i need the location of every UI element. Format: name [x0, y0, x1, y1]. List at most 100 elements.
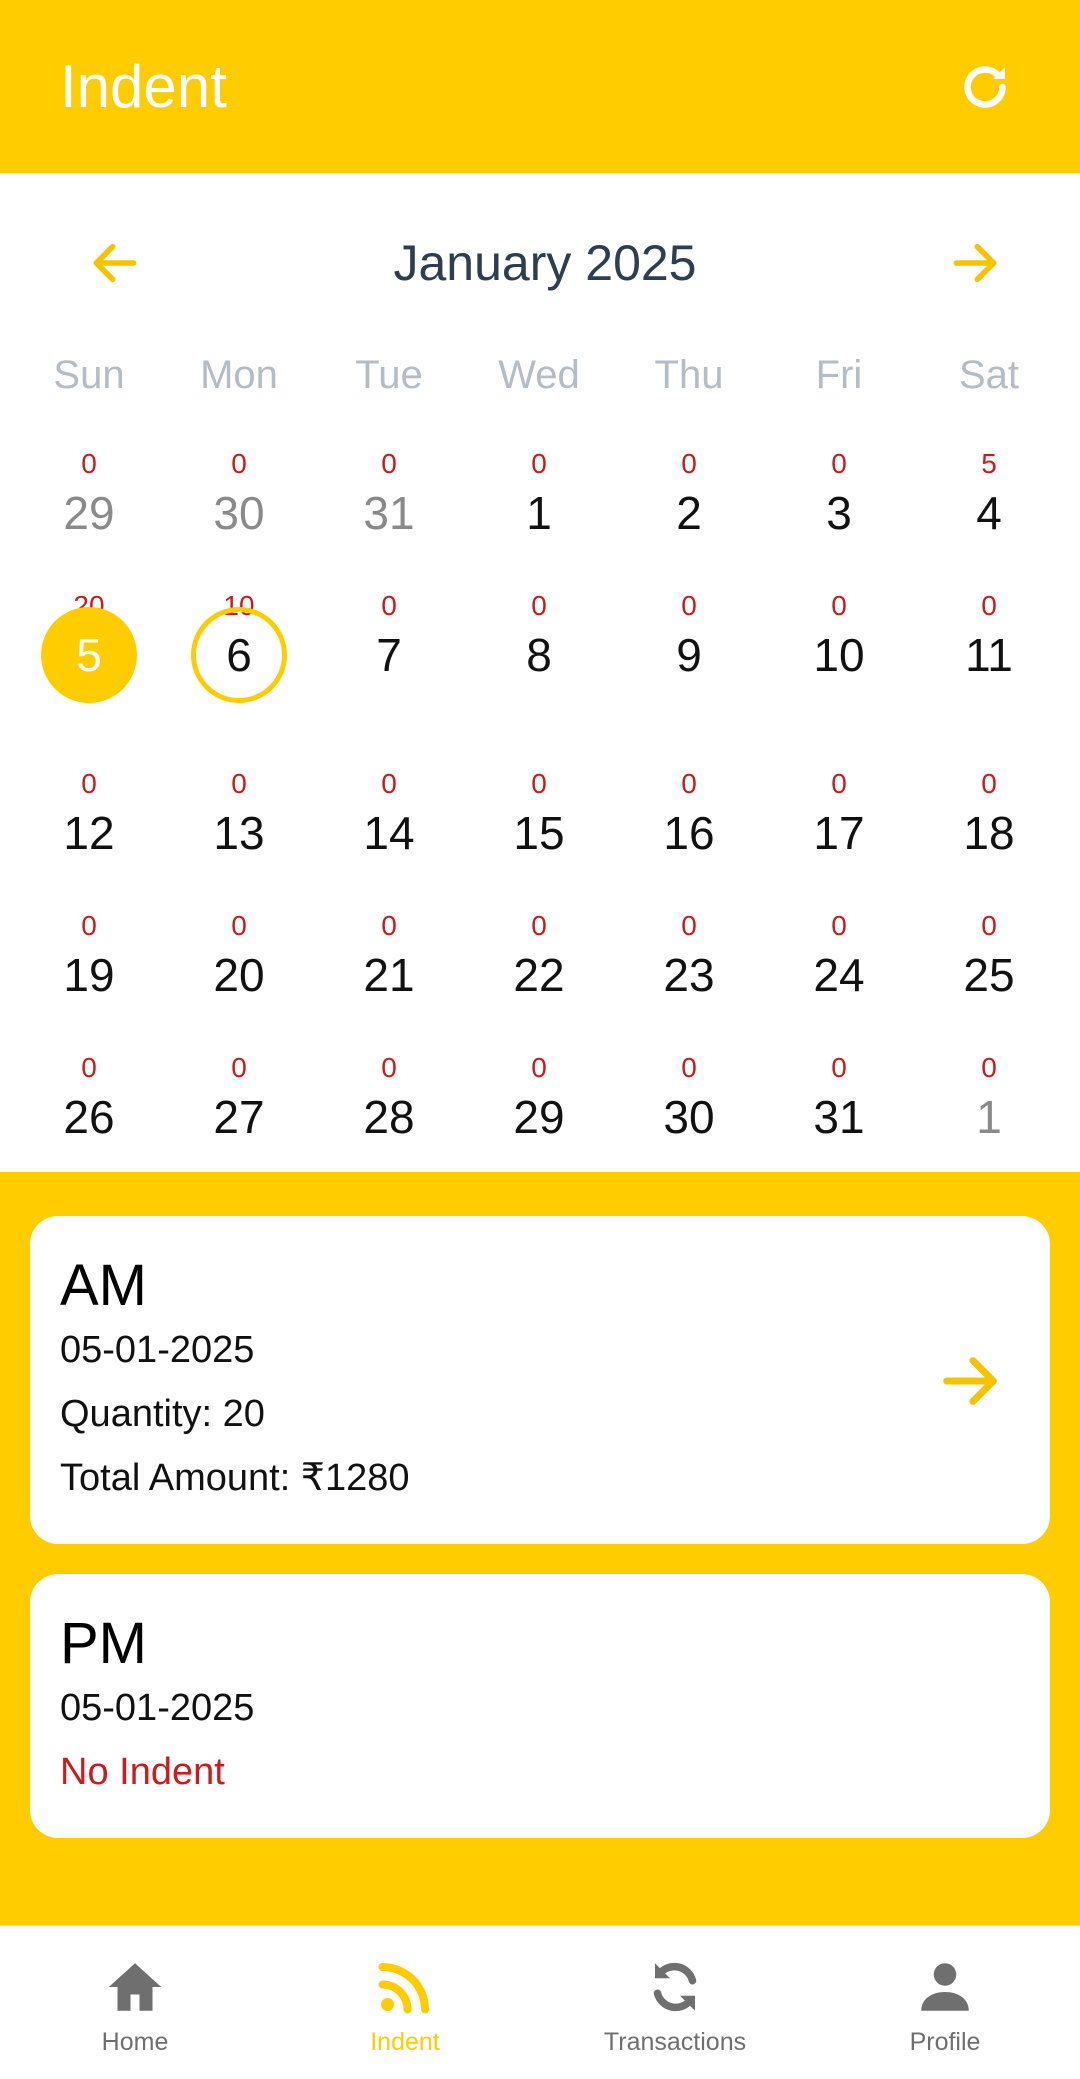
day-number: 1 [976, 1091, 1002, 1143]
nav-item-indent[interactable]: Indent [270, 1926, 540, 2079]
day-number: 30 [213, 487, 265, 539]
day-number: 13 [213, 807, 265, 859]
day-number: 23 [663, 949, 715, 1001]
weekday-label: Sun [53, 353, 125, 397]
app-header: Indent [0, 0, 1080, 173]
day-number: 27 [213, 1091, 265, 1143]
weekday-header: Sun Mon Tue Wed Thu Fri Sat [14, 353, 1066, 398]
day-number: 25 [963, 949, 1015, 1001]
day-number: 21 [363, 949, 415, 1001]
rss-icon [378, 1963, 429, 2014]
day-number: 5 [41, 607, 137, 703]
arrow-right-icon [943, 1357, 997, 1405]
calendar-day[interactable]: 0 22 [464, 907, 614, 1049]
day-number: 28 [363, 1091, 415, 1143]
day-number: 11 [965, 629, 1013, 681]
calendar-day[interactable]: 02 [614, 445, 764, 587]
calendar-day[interactable]: 0 20 [164, 907, 314, 1049]
nav-label: Home [101, 2028, 169, 2056]
am-indent-card[interactable]: AM 05-01-2025 Quantity: 20 Total Amount:… [30, 1216, 1050, 1544]
nav-label: Indent [370, 2028, 440, 2056]
calendar-day[interactable]: 0 31 [764, 1049, 914, 1191]
calendar-day[interactable]: 03 [764, 445, 914, 587]
calendar-day[interactable]: 0 13 [164, 765, 314, 907]
day-number: 7 [376, 629, 402, 681]
weekday-label: Sat [958, 353, 1020, 397]
day-number: 26 [63, 1091, 115, 1143]
sync-icon [653, 1962, 697, 2012]
calendar-day[interactable]: 01 [914, 1049, 1064, 1191]
calendar-day[interactable]: 0 19 [14, 907, 164, 1049]
day-number: 6 [191, 607, 287, 703]
calendar-day[interactable]: 08 [464, 587, 614, 765]
day-number: 24 [813, 949, 865, 1001]
refresh-icon [964, 65, 1006, 108]
day-number: 22 [513, 949, 565, 1001]
weekday-label: Wed [498, 353, 580, 397]
weekday-label: Fri [815, 353, 863, 397]
calendar-day[interactable]: 0 26 [14, 1049, 164, 1191]
nav-label: Transactions [603, 2028, 747, 2056]
day-number: 3 [826, 487, 852, 539]
arrow-right-icon [953, 243, 997, 283]
no-indent-status: No Indent [60, 1751, 225, 1793]
day-number: 2 [676, 487, 702, 539]
next-month-button[interactable] [940, 228, 1010, 298]
card-title: AM [60, 1253, 147, 1318]
calendar-day[interactable]: 0 17 [764, 765, 914, 907]
day-number: 29 [513, 1091, 565, 1143]
calendar-day[interactable]: 0 24 [764, 907, 914, 1049]
calendar-day[interactable]: 07 [314, 587, 464, 765]
calendar-day[interactable]: 0 16 [614, 765, 764, 907]
nav-item-transactions[interactable]: Transactions [540, 1926, 810, 2079]
calendar-day[interactable]: 0 30 [614, 1049, 764, 1191]
calendar-day[interactable]: 54 [914, 445, 1064, 587]
refresh-button[interactable] [950, 52, 1020, 122]
calendar-day[interactable]: 0 29 [464, 1049, 614, 1191]
am-card-open-button[interactable] [930, 1341, 1010, 1421]
calendar-week: 20 5 10 6 0 7 0 8 0 9 0 10 0 11 [14, 587, 1066, 765]
calendar-day[interactable]: 0 28 [314, 1049, 464, 1191]
weekday-label: Mon [200, 353, 278, 397]
calendar-day[interactable]: 0 11 [914, 587, 1064, 765]
nav-item-profile[interactable]: Profile [810, 1926, 1080, 2079]
card-date: 05-01-2025 [60, 1687, 255, 1729]
day-number: 1 [526, 487, 552, 539]
calendar-day[interactable]: 0 10 [764, 587, 914, 765]
card-title: PM [60, 1611, 147, 1676]
day-number: 16 [663, 807, 715, 859]
calendar-day[interactable]: 0 30 [164, 445, 314, 587]
arrow-left-icon [93, 243, 137, 283]
calendar-day[interactable]: 0 29 [14, 445, 164, 587]
card-quantity: Quantity: 20 [60, 1393, 265, 1435]
calendar-day[interactable]: 0 14 [314, 765, 464, 907]
calendar-day[interactable]: 0 23 [614, 907, 764, 1049]
calendar-day[interactable]: 0 21 [314, 907, 464, 1049]
month-label: January 2025 [393, 235, 697, 291]
calendar-day[interactable]: 0 18 [914, 765, 1064, 907]
calendar-day[interactable]: 0 27 [164, 1049, 314, 1191]
day-number: 31 [813, 1091, 865, 1143]
card-date: 05-01-2025 [60, 1329, 255, 1371]
day-number: 15 [513, 807, 565, 859]
weekday-label: Thu [654, 353, 724, 397]
nav-item-home[interactable]: Home [0, 1926, 270, 2079]
calendar-day[interactable]: 09 [614, 587, 764, 765]
calendar: January 2025 Sun Mon Tue Wed Thu Fri Sat… [0, 173, 1080, 1172]
weekday-label: Tue [355, 353, 423, 397]
calendar-day[interactable]: 0 31 [314, 445, 464, 587]
day-number: 18 [963, 807, 1015, 859]
calendar-week: 0 19 0 20 0 21 0 22 0 23 0 24 0 25 [14, 907, 1066, 1049]
calendar-day-today[interactable]: 10 6 [164, 587, 314, 765]
calendar-day[interactable]: 01 [464, 445, 614, 587]
calendar-week: 0 26 0 27 0 28 0 29 0 30 0 31 0 1 [14, 1049, 1066, 1191]
prev-month-button[interactable] [80, 228, 150, 298]
calendar-day[interactable]: 0 12 [14, 765, 164, 907]
pm-indent-card[interactable]: PM 05-01-2025 No Indent [30, 1574, 1050, 1838]
day-number: 8 [526, 629, 552, 681]
day-number: 10 [813, 629, 865, 681]
calendar-day[interactable]: 0 15 [464, 765, 614, 907]
calendar-day-selected[interactable]: 20 5 [14, 587, 164, 765]
card-total-amount: Total Amount: ₹1280 [60, 1457, 410, 1499]
calendar-day[interactable]: 0 25 [914, 907, 1064, 1049]
